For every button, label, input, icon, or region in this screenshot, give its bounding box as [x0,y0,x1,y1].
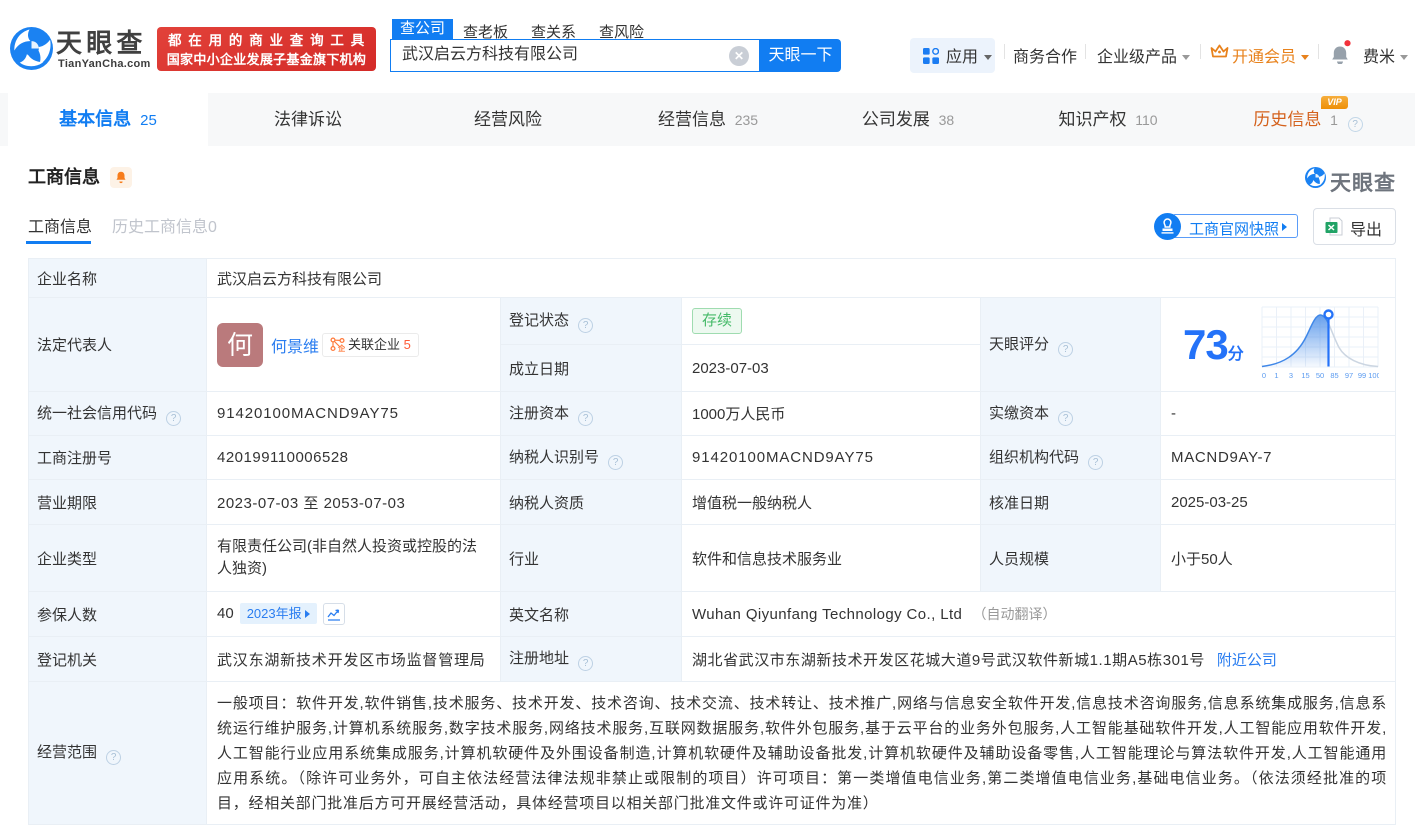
svg-text:99: 99 [1358,371,1366,380]
svg-text:企: 企 [337,343,345,352]
svg-text:97: 97 [1345,371,1353,380]
svg-text:50: 50 [1316,371,1324,380]
svg-text:0: 0 [1262,371,1266,380]
svg-text:3: 3 [1289,371,1293,380]
svg-text:100: 100 [1368,371,1379,380]
svg-text:15: 15 [1301,371,1309,380]
svg-text:1: 1 [1274,371,1278,380]
svg-text:85: 85 [1330,371,1338,380]
